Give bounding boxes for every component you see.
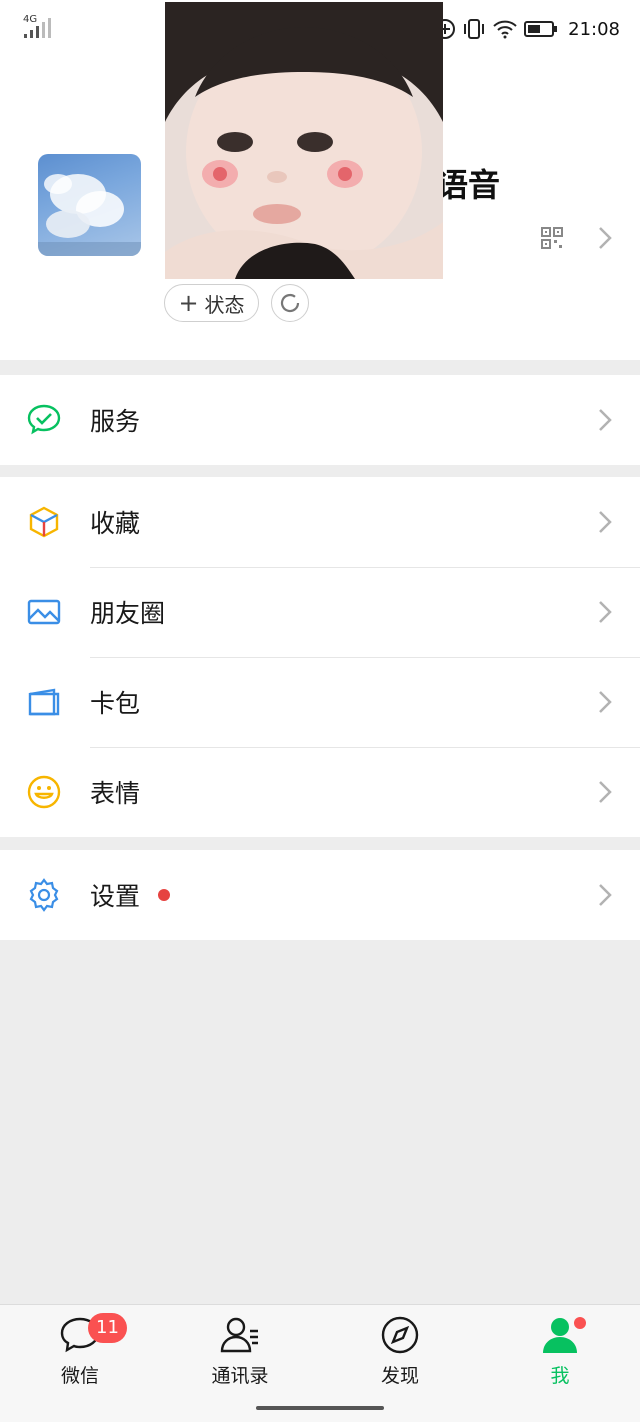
refresh-icon: [280, 293, 300, 313]
menu-item-settings[interactable]: 设置: [0, 850, 640, 940]
signal-icon: [24, 18, 51, 38]
menu-item-stickers[interactable]: 表情: [0, 747, 640, 837]
smiley-icon: [27, 775, 61, 809]
gear-icon: [29, 878, 59, 912]
tab-label: 我: [550, 1365, 570, 1387]
tab-label: 微信: [60, 1365, 99, 1387]
menu-item-label: 收藏: [90, 509, 141, 538]
child-face-image: [165, 2, 443, 279]
battery-icon: [524, 21, 558, 37]
chevron-right-icon: [599, 511, 612, 533]
tab-contacts[interactable]: 通讯录: [180, 1313, 300, 1393]
add-status-button[interactable]: + 状态: [164, 284, 259, 322]
nickname[interactable]: 语音: [436, 160, 506, 206]
menu-item-label: 设置: [90, 882, 141, 911]
tab-me[interactable]: 我: [500, 1313, 620, 1393]
unread-badge: 11: [88, 1313, 127, 1343]
status-photo: [165, 2, 443, 279]
chevron-right-icon: [599, 601, 612, 623]
menu-group-main: 收藏 朋友圈 卡包 表情: [0, 477, 640, 837]
refresh-button[interactable]: [271, 284, 309, 322]
status-button-label: 状态: [204, 292, 245, 317]
menu-group-services: 服务: [0, 375, 640, 465]
wifi-icon: [493, 20, 517, 39]
chevron-right-icon: [599, 409, 612, 431]
avatar[interactable]: [38, 154, 141, 256]
wechat-pay-icon: [27, 404, 61, 435]
notification-dot: [574, 1317, 586, 1329]
menu-item-label: 卡包: [90, 689, 141, 718]
chevron-right-icon: [599, 884, 612, 906]
vibrate-icon: [464, 19, 485, 39]
cube-icon: [29, 506, 59, 538]
chevron-right-icon[interactable]: [598, 226, 612, 250]
notification-dot: [158, 889, 170, 901]
image-icon: [27, 599, 61, 625]
clock: 21:08: [568, 18, 620, 40]
compass-icon: [381, 1316, 419, 1354]
plus-icon: +: [178, 289, 199, 317]
chevron-right-icon: [599, 781, 612, 803]
chevron-right-icon: [599, 691, 612, 713]
tab-label: 通讯录: [211, 1365, 269, 1387]
qr-code-icon[interactable]: [540, 226, 564, 250]
tab-label: 发现: [380, 1365, 419, 1387]
tab-discover[interactable]: 发现: [340, 1313, 460, 1393]
tab-chats[interactable]: 微信 11: [20, 1313, 140, 1393]
sky-clouds-image: [38, 174, 141, 256]
menu-item-label: 表情: [90, 779, 141, 808]
menu-group-settings: 设置: [0, 850, 640, 940]
menu-item-label: 朋友圈: [90, 599, 166, 628]
menu-item-moments[interactable]: 朋友圈: [0, 567, 640, 657]
wallet-icon: [28, 688, 60, 716]
profile-header[interactable]: 语音 + 状态: [0, 2, 640, 360]
menu-item-services[interactable]: 服务: [0, 375, 640, 465]
menu-item-label: 服务: [90, 407, 141, 436]
bottom-tab-bar: 微信 11 通讯录 发现 我: [0, 1304, 640, 1422]
home-indicator[interactable]: [256, 1406, 384, 1410]
menu-item-cards[interactable]: 卡包: [0, 657, 640, 747]
contacts-icon: [220, 1317, 258, 1353]
menu-item-favorites[interactable]: 收藏: [0, 477, 640, 567]
